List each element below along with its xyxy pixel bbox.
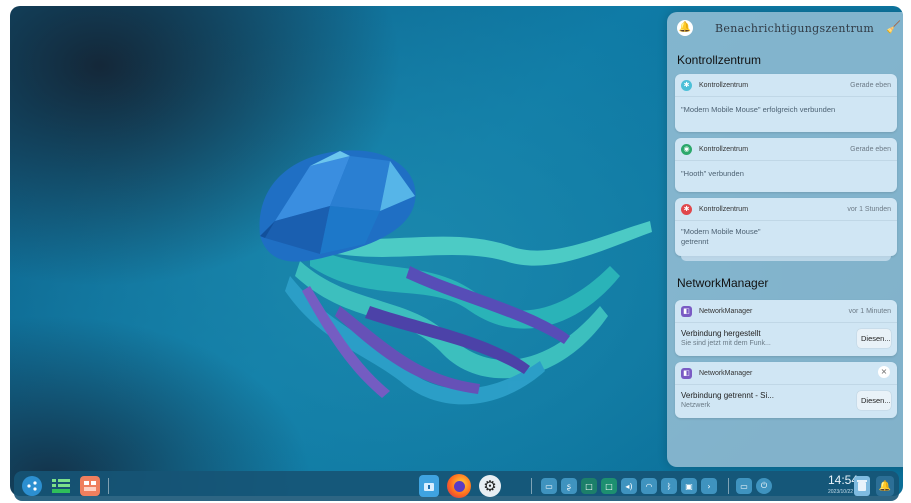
network-icon: ◧ <box>681 367 692 379</box>
notification-card[interactable]: ✱ Kontrollzentrum Gerade eben "Modern Mo… <box>675 74 897 132</box>
notification-app-name: NetworkManager <box>699 369 753 377</box>
notification-action-button[interactable]: Diesen... <box>857 391 891 410</box>
settings-icon[interactable]: ⚙ <box>479 475 501 497</box>
notification-action-button[interactable]: Diesen... <box>857 329 891 348</box>
clock-date[interactable]: 2023/10/22 <box>828 489 853 495</box>
desktop[interactable]: 🔔 Benachrichtigungszentrum 🧹 Kontrollzen… <box>10 6 903 496</box>
volume-icon[interactable]: ◂) <box>621 478 637 494</box>
dock-separator <box>108 478 109 494</box>
notification-app-name: Kontrollzentrum <box>699 81 749 89</box>
notification-header: ◧ NetworkManager × <box>675 362 897 385</box>
bluetooth-off-icon: ✱ <box>681 203 692 215</box>
notification-app-name: Kontrollzentrum <box>699 145 749 153</box>
close-icon[interactable]: × <box>878 366 890 378</box>
notification-text: Verbindung hergestellt Sie sind jetzt mi… <box>681 328 857 349</box>
group-title-networkmanager: NetworkManager <box>677 276 769 290</box>
notification-header: ◧ NetworkManager vor 1 Minuten <box>675 300 897 323</box>
multitask-view-icon[interactable] <box>51 476 71 496</box>
chevron-right-icon[interactable]: › <box>701 478 717 494</box>
firefox-icon[interactable] <box>447 474 471 498</box>
notification-time: Gerade eben <box>850 145 891 153</box>
screen-icon[interactable]: ▭ <box>541 478 557 494</box>
green-icon[interactable]: □ <box>581 478 597 494</box>
bluetooth-icon: ✱ <box>681 79 692 91</box>
bluetooth-icon[interactable]: ᛒ <box>661 478 677 494</box>
notification-header: ✱ Kontrollzentrum Gerade eben <box>675 74 897 97</box>
notification-message-line: getrennt <box>681 237 709 246</box>
clear-all-icon[interactable]: 🧹 <box>886 20 901 34</box>
notification-card[interactable]: ✱ Kontrollzentrum vor 1 Stunden "Modern … <box>675 198 897 261</box>
green-icon-2[interactable]: □ <box>601 478 617 494</box>
group-title-kontrollzentrum: Kontrollzentrum <box>677 53 762 67</box>
wifi-icon: ◉ <box>681 143 692 155</box>
launcher-icon[interactable] <box>22 476 42 496</box>
notification-app-name: NetworkManager <box>699 307 753 315</box>
notification-body: Verbindung hergestellt Sie sind jetzt mi… <box>675 323 897 354</box>
app-tray-icon[interactable]: ʂ <box>561 478 577 494</box>
notification-message: "Modern Mobile Mouse" erfolgreich verbun… <box>681 105 836 114</box>
notification-title: Verbindung hergestellt <box>681 329 761 338</box>
notification-text: Verbindung getrennt - Si... Netzwerk <box>681 390 857 411</box>
dock-separator <box>728 478 729 494</box>
notification-time: vor 1 Stunden <box>847 205 891 213</box>
power-icon[interactable]: ⏻ <box>756 478 772 494</box>
wifi-icon[interactable]: ◠ <box>641 478 657 494</box>
notification-time: Gerade eben <box>850 81 891 89</box>
notification-message: "Modern Mobile Mouse" getrennt <box>675 221 897 255</box>
trash-icon[interactable] <box>854 476 870 496</box>
dock-separator <box>531 478 532 494</box>
notification-card[interactable]: ◧ NetworkManager × Verbindung getrennt -… <box>675 362 897 418</box>
notification-subtitle: Sie sind jetzt mit dem Funk... <box>681 340 771 347</box>
dock: ⚙ ▭ ʂ □ □ ◂) ◠ ᛒ ▣ › ▭ ⏻ 14:54 2023/10/2… <box>14 471 899 501</box>
notification-center-header: 🔔 Benachrichtigungszentrum 🧹 <box>667 12 903 40</box>
notification-card[interactable]: ◧ NetworkManager vor 1 Minuten Verbindun… <box>675 300 897 356</box>
notification-subtitle: Netzwerk <box>681 402 711 409</box>
notification-center: 🔔 Benachrichtigungszentrum 🧹 Kontrollzen… <box>667 12 903 467</box>
network-icon: ◧ <box>681 305 692 317</box>
notification-app-name: Kontrollzentrum <box>699 205 749 213</box>
notification-message-line: "Modern Mobile Mouse" <box>681 227 761 236</box>
notification-message: "Hooth" verbunden <box>681 169 744 178</box>
notification-center-title: Benachrichtigungszentrum <box>715 22 875 35</box>
notification-header: ✱ Kontrollzentrum vor 1 Stunden <box>675 198 897 221</box>
notification-time: vor 1 Minuten <box>848 307 891 315</box>
notification-body: Verbindung getrennt - Si... Netzwerk Die… <box>675 385 897 416</box>
file-manager-icon[interactable] <box>419 475 439 497</box>
display-icon[interactable]: ▣ <box>681 478 697 494</box>
bell-icon: 🔔 <box>677 20 693 36</box>
notification-bell-icon[interactable]: 🔔 <box>876 476 894 496</box>
notification-title: Verbindung getrennt - Si... <box>681 391 774 400</box>
notification-card[interactable]: ◉ Kontrollzentrum Gerade eben "Hooth" ve… <box>675 138 897 192</box>
window-icon[interactable]: ▭ <box>736 478 752 494</box>
workspace-icon[interactable] <box>80 476 100 496</box>
notification-header: ◉ Kontrollzentrum Gerade eben <box>675 138 897 161</box>
